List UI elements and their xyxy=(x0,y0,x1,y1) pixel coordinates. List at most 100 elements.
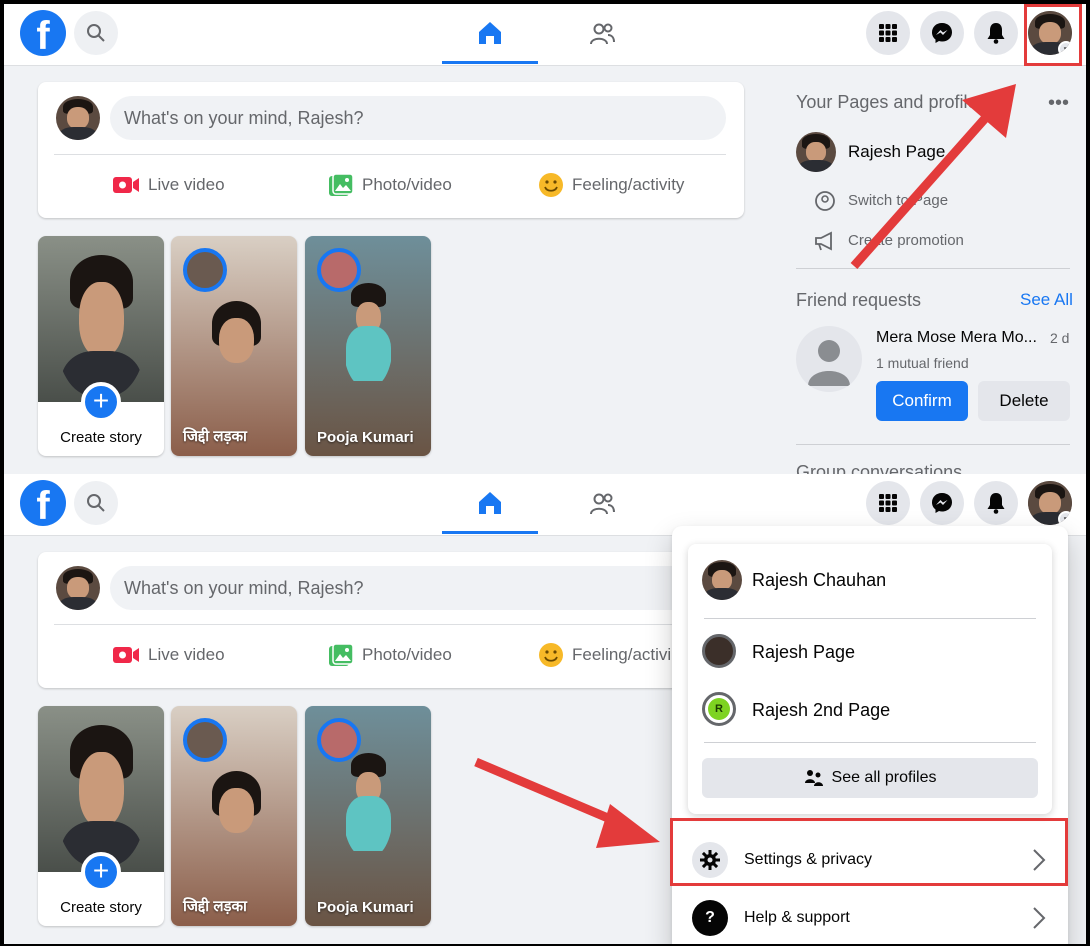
request-time: 2 d xyxy=(1050,330,1070,346)
smiley-icon xyxy=(539,173,563,197)
top-navigation-bar: f ▾ xyxy=(4,4,1086,66)
live-video-icon xyxy=(113,177,139,193)
search-icon xyxy=(87,494,105,512)
feeling-activity-button[interactable]: Feeling/activi xyxy=(538,640,671,670)
more-options-icon[interactable]: ••• xyxy=(1048,92,1069,115)
chevron-down-icon: ▾ xyxy=(1058,511,1072,525)
see-all-profiles-label: See all profiles xyxy=(831,769,937,786)
grid-menu-icon xyxy=(879,24,897,42)
friends-icon xyxy=(590,493,615,515)
avatar xyxy=(702,560,742,600)
divider xyxy=(704,742,1036,743)
story-author: जिद्दी लड़का xyxy=(183,428,247,445)
messenger-button[interactable] xyxy=(920,11,964,55)
requester-name[interactable]: Mera Mose Mera Mo... xyxy=(876,329,1037,347)
account-profile-button[interactable]: ▾ xyxy=(1028,481,1072,525)
photo-video-button[interactable]: Photo/video xyxy=(328,170,452,200)
home-tab[interactable] xyxy=(442,474,538,534)
photo-video-label: Photo/video xyxy=(362,645,452,664)
confirm-button[interactable]: Confirm xyxy=(876,381,968,421)
default-user-icon xyxy=(808,340,850,386)
help-support-item[interactable]: ? Help & support xyxy=(680,890,1060,944)
page-name[interactable]: Rajesh Page xyxy=(848,142,945,162)
annotation-highlight-settings xyxy=(670,818,1068,886)
live-video-button[interactable]: Live video xyxy=(112,170,225,200)
story-card[interactable]: जिद्दी लड़का xyxy=(171,236,297,456)
post-composer: What's on your mind, Rajesh? Live video … xyxy=(38,552,744,688)
page-name[interactable]: Rajesh 2nd Page xyxy=(752,700,890,721)
friends-tab[interactable] xyxy=(554,474,650,534)
live-video-button[interactable]: Live video xyxy=(112,640,225,670)
divider xyxy=(796,444,1070,445)
grid-menu-icon xyxy=(879,494,897,512)
photo-video-label: Photo/video xyxy=(362,175,452,194)
group-conversations-title: Group conversations xyxy=(796,462,963,474)
create-promotion-link[interactable]: Create promotion xyxy=(848,232,964,249)
status-input[interactable]: What's on your mind, Rajesh? xyxy=(110,566,726,610)
search-icon xyxy=(87,24,105,42)
story-author: Pooja Kumari xyxy=(317,429,414,446)
see-all-link[interactable]: See All xyxy=(1020,290,1073,310)
screenshot-after: f ▾ What's on your mind, Rajesh? Live vi… xyxy=(4,474,1086,944)
photo-icon xyxy=(329,173,354,196)
profiles-card: Rajesh Chauhan Rajesh Page R Rajesh 2nd … xyxy=(688,544,1052,814)
switch-to-page-link[interactable]: Switch to Page xyxy=(848,192,948,209)
story-card[interactable]: जिद्दी लड़का xyxy=(171,706,297,926)
feeling-activity-label: Feeling/activi xyxy=(572,645,672,664)
live-video-label: Live video xyxy=(148,645,225,664)
story-card[interactable]: Pooja Kumari xyxy=(305,236,431,456)
menu-button[interactable] xyxy=(866,481,910,525)
story-author: Pooja Kumari xyxy=(317,899,414,916)
facebook-logo-icon[interactable]: f xyxy=(20,10,66,56)
photo-icon xyxy=(329,643,354,666)
switch-icon xyxy=(815,191,835,211)
add-story-icon[interactable]: + xyxy=(81,852,121,892)
messenger-icon xyxy=(932,23,952,43)
messenger-button[interactable] xyxy=(920,481,964,525)
profiles-icon xyxy=(804,770,823,786)
post-composer: What's on your mind, Rajesh? Live video … xyxy=(38,82,744,218)
screenshot-before: f ▾ What's on your mind, Rajesh? Live vi… xyxy=(4,4,1086,474)
mutual-friends: 1 mutual friend xyxy=(876,355,969,371)
page-avatar xyxy=(702,634,736,668)
home-tab[interactable] xyxy=(442,4,538,64)
search-button[interactable] xyxy=(74,11,118,55)
photo-video-button[interactable]: Photo/video xyxy=(328,640,452,670)
status-input[interactable]: What's on your mind, Rajesh? xyxy=(110,96,726,140)
divider xyxy=(54,154,726,155)
search-button[interactable] xyxy=(74,481,118,525)
help-icon: ? xyxy=(692,900,728,936)
bell-icon xyxy=(987,493,1005,514)
profile-name[interactable]: Rajesh Chauhan xyxy=(752,570,886,591)
page-avatar: R xyxy=(702,692,736,726)
home-icon xyxy=(479,21,501,44)
delete-button[interactable]: Delete xyxy=(978,381,1070,421)
page-avatar xyxy=(796,132,836,172)
divider xyxy=(54,624,726,625)
see-all-profiles-button[interactable]: See all profiles xyxy=(702,758,1038,798)
page-name[interactable]: Rajesh Page xyxy=(752,642,855,663)
notifications-button[interactable] xyxy=(974,11,1018,55)
help-support-label: Help & support xyxy=(744,909,850,926)
smiley-icon xyxy=(539,643,563,667)
feeling-activity-button[interactable]: Feeling/activity xyxy=(538,170,684,200)
add-story-icon[interactable]: + xyxy=(81,382,121,422)
notifications-button[interactable] xyxy=(974,481,1018,525)
menu-button[interactable] xyxy=(866,11,910,55)
create-story-card[interactable]: + Create story xyxy=(38,706,164,926)
live-video-label: Live video xyxy=(148,175,225,194)
story-avatar xyxy=(183,248,227,292)
friends-icon xyxy=(590,23,615,45)
friends-tab[interactable] xyxy=(554,4,650,64)
pages-section-title: Your Pages and profiles xyxy=(796,92,986,112)
story-card[interactable]: Pooja Kumari xyxy=(305,706,431,926)
annotation-highlight-profile xyxy=(1024,4,1082,66)
friend-requests-title: Friend requests xyxy=(796,290,922,310)
story-avatar xyxy=(183,718,227,762)
story-profile-image xyxy=(38,236,164,402)
create-story-card[interactable]: + Create story xyxy=(38,236,164,456)
home-icon xyxy=(479,491,501,514)
facebook-logo-icon[interactable]: f xyxy=(20,480,66,526)
requester-avatar[interactable] xyxy=(796,326,862,392)
divider xyxy=(796,268,1070,269)
